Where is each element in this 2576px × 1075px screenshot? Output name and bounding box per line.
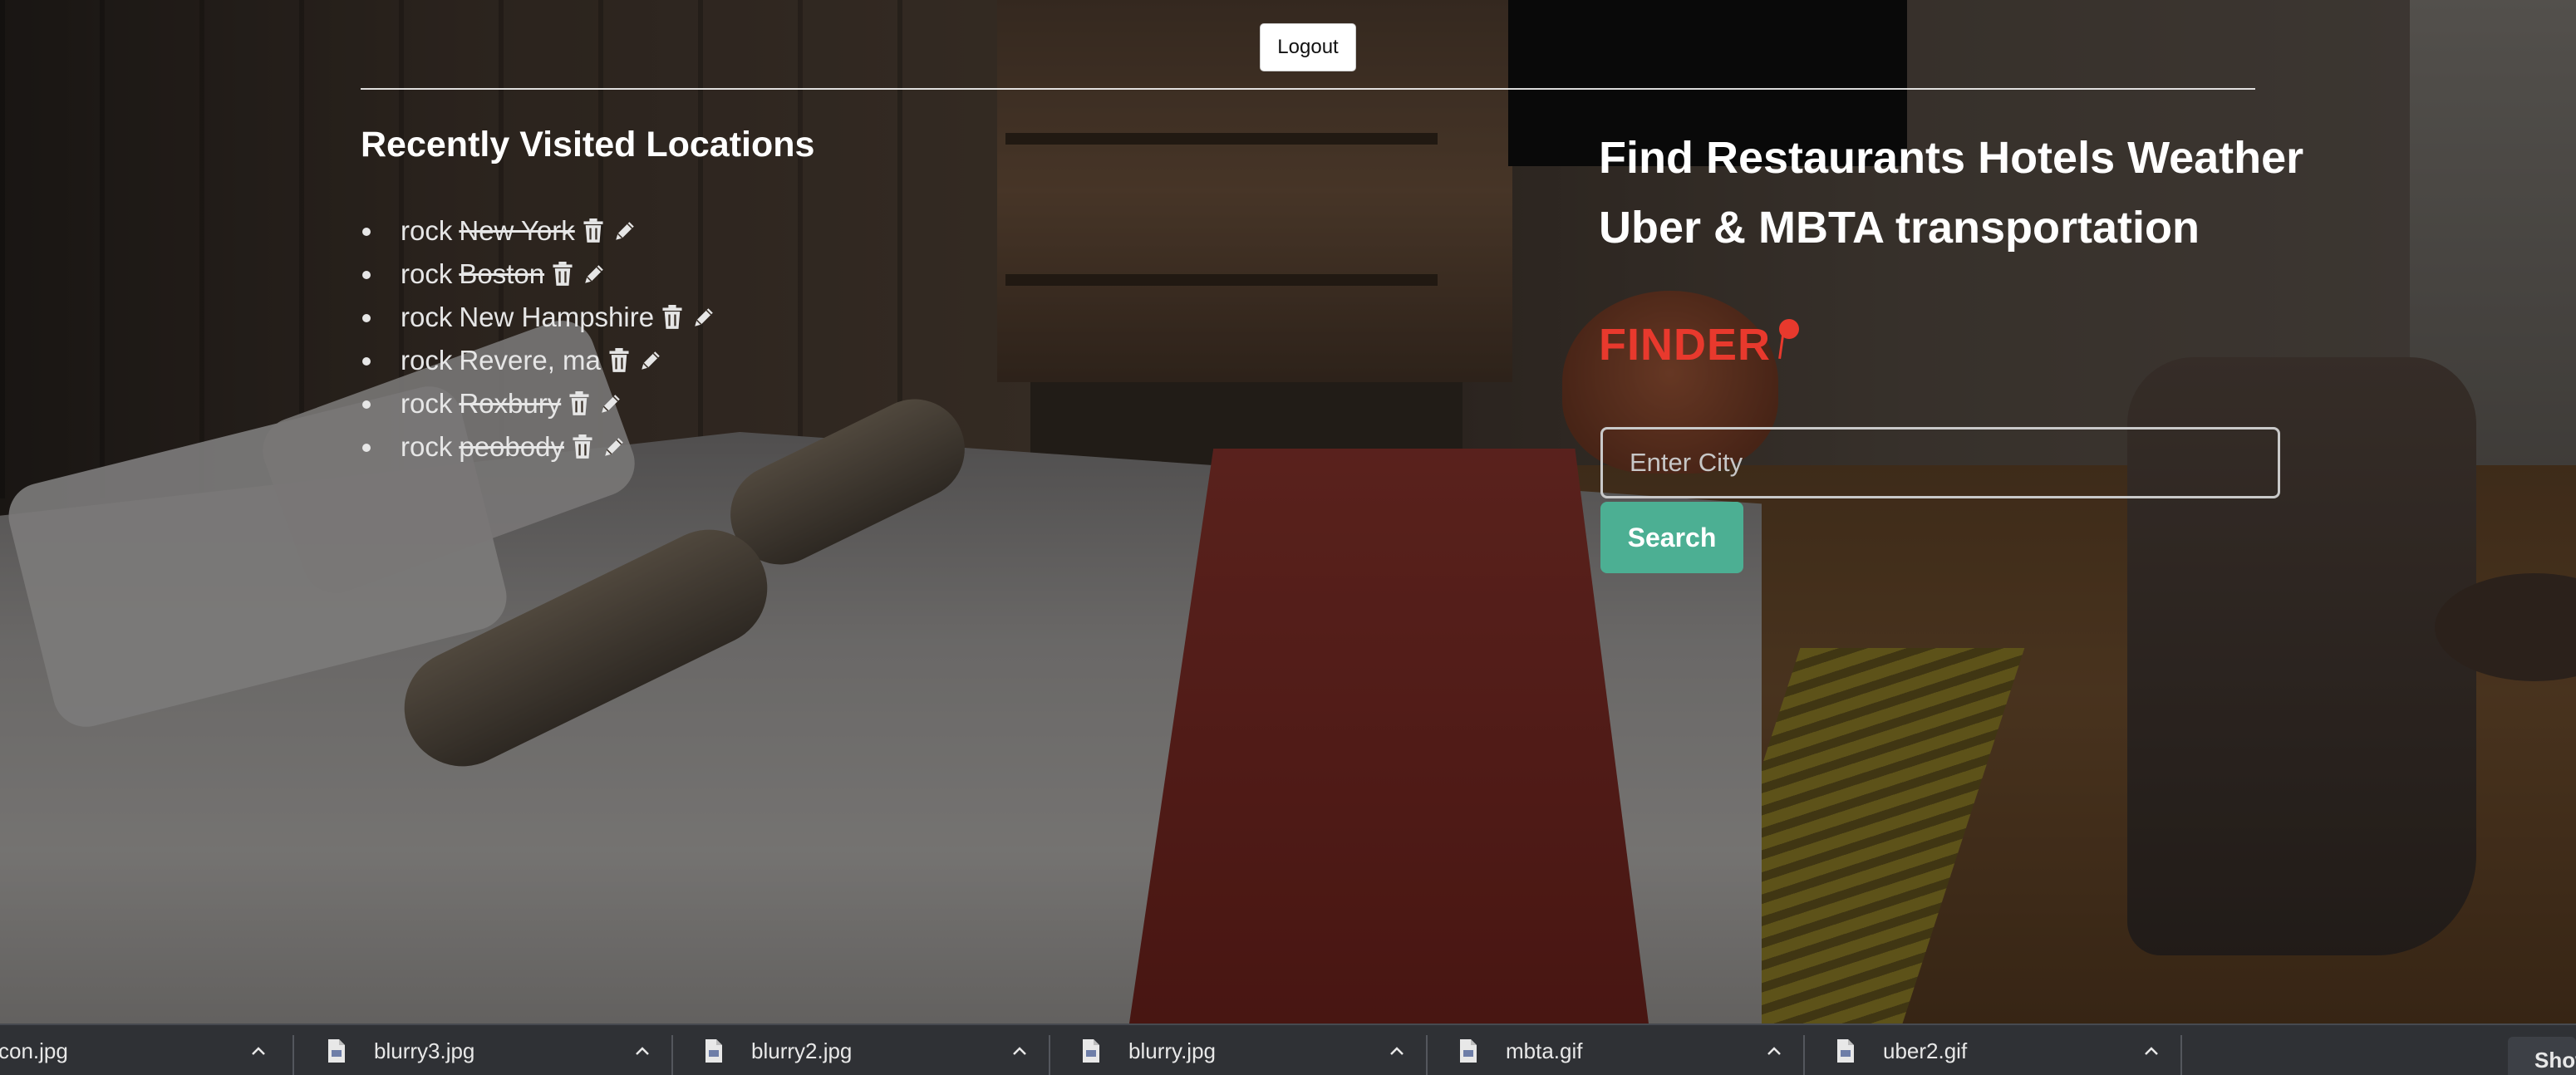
pencil-icon[interactable] <box>601 432 627 462</box>
location-prefix: rock <box>401 302 453 332</box>
file-icon <box>327 1038 346 1063</box>
list-item: rock New York <box>361 209 717 253</box>
download-item[interactable]: mbta.gif <box>1459 1025 1785 1075</box>
file-icon <box>1459 1038 1477 1063</box>
list-item: rock Roxbury <box>361 382 717 425</box>
chevron-up-icon[interactable] <box>2141 1040 2162 1062</box>
list-item: rock peobody <box>361 425 717 469</box>
download-separator <box>1803 1035 1805 1075</box>
recent-locations-list: rock New York rock Boston rock New Hamps… <box>361 209 717 469</box>
download-item[interactable]: uber2.gif <box>1836 1025 2162 1075</box>
pencil-icon[interactable] <box>612 216 638 246</box>
download-separator <box>1049 1035 1050 1075</box>
pencil-icon[interactable] <box>597 389 624 419</box>
file-icon <box>1836 1038 1855 1063</box>
location-prefix: rock <box>401 431 453 462</box>
download-separator <box>2180 1035 2182 1075</box>
location-name[interactable]: Roxbury <box>459 388 561 420</box>
list-item: rock Revere, ma <box>361 339 717 382</box>
trash-icon[interactable] <box>606 346 632 376</box>
logout-button[interactable]: Logout <box>1260 23 1356 71</box>
download-item[interactable]: blurry3.jpg <box>327 1025 653 1075</box>
chevron-up-icon[interactable] <box>1009 1040 1030 1062</box>
list-item: rock Boston <box>361 253 717 296</box>
hero-headline: Find Restaurants Hotels Weather Uber & M… <box>1599 133 2304 253</box>
list-item: rock New Hampshire <box>361 296 717 339</box>
trash-icon[interactable] <box>566 389 592 419</box>
finder-logo-text: FINDER <box>1599 320 1771 370</box>
location-prefix: rock <box>401 215 453 246</box>
download-separator <box>1426 1035 1428 1075</box>
pencil-icon[interactable] <box>691 302 717 332</box>
download-file-name: blurry.jpg <box>1128 1038 1217 1063</box>
download-item[interactable]: con.jpg <box>0 1025 269 1075</box>
download-file-name: blurry2.jpg <box>751 1038 853 1063</box>
pencil-icon[interactable] <box>637 346 664 376</box>
trash-icon[interactable] <box>549 259 576 289</box>
download-bar: con.jpg blurry3.jpg blurry2.jpg blurry.j… <box>0 1023 2576 1075</box>
trash-icon[interactable] <box>659 302 686 332</box>
location-prefix: rock <box>401 388 453 419</box>
location-prefix: rock <box>401 258 453 289</box>
chevron-up-icon[interactable] <box>1386 1040 1408 1062</box>
chevron-up-icon[interactable] <box>248 1040 269 1062</box>
trash-icon[interactable] <box>580 216 607 246</box>
location-name[interactable]: peobody <box>459 431 564 463</box>
show-all-downloads-button[interactable]: Show all <box>2508 1037 2576 1075</box>
download-file-name: uber2.gif <box>1883 1038 1968 1063</box>
location-prefix: rock <box>401 345 453 376</box>
location-name[interactable]: Boston <box>459 258 544 290</box>
location-name[interactable]: New Hampshire <box>459 302 654 333</box>
download-item[interactable]: blurry.jpg <box>1082 1025 1408 1075</box>
search-button[interactable]: Search <box>1600 502 1743 573</box>
header-divider <box>361 88 2255 90</box>
download-file-name: mbta.gif <box>1506 1038 1583 1063</box>
chevron-up-icon[interactable] <box>632 1040 653 1062</box>
map-pin-icon <box>1772 319 1804 366</box>
recent-locations-title: Recently Visited Locations <box>361 125 815 164</box>
location-name[interactable]: Revere, ma <box>459 345 601 376</box>
chevron-up-icon[interactable] <box>1763 1040 1785 1062</box>
file-icon <box>705 1038 723 1063</box>
download-separator <box>293 1035 294 1075</box>
location-name[interactable]: New York <box>459 215 574 247</box>
download-separator <box>671 1035 673 1075</box>
file-icon <box>1082 1038 1100 1063</box>
finder-logo: FINDER <box>1599 319 1804 371</box>
download-file-name: blurry3.jpg <box>374 1038 475 1063</box>
download-file-name: con.jpg <box>0 1038 68 1063</box>
trash-icon[interactable] <box>569 432 596 462</box>
pencil-icon[interactable] <box>581 259 607 289</box>
download-item[interactable]: blurry2.jpg <box>705 1025 1030 1075</box>
city-search-input[interactable] <box>1600 427 2280 498</box>
